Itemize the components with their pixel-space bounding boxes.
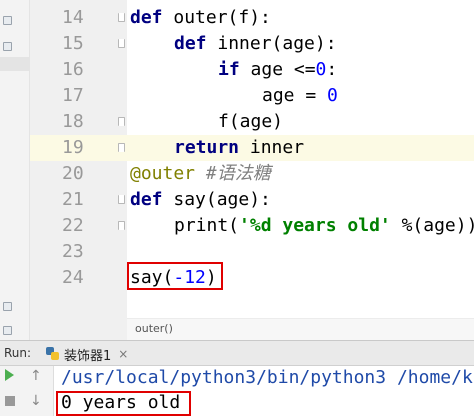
run-tab-label: 装饰器1	[64, 348, 112, 364]
code-line[interactable]: f(age)	[127, 109, 474, 135]
code-token: 0	[327, 85, 338, 106]
fold-marker-icon[interactable]	[118, 13, 125, 22]
code-token: '%d years old'	[239, 215, 391, 236]
gutter-row: 20	[30, 161, 127, 187]
gutter-row: 17	[30, 83, 127, 109]
line-number: 22	[62, 215, 84, 236]
file-icon[interactable]	[3, 302, 12, 311]
code-token: age =	[262, 85, 328, 106]
code-token: if	[218, 59, 240, 80]
line-number: 23	[62, 241, 84, 262]
output-highlight-box	[56, 391, 191, 416]
line-number: 17	[62, 85, 84, 106]
code-token: inner(age):	[206, 33, 337, 54]
fold-marker-icon[interactable]	[118, 221, 125, 230]
line-number: 14	[62, 7, 84, 28]
code-token: return	[174, 137, 240, 158]
fold-marker-icon[interactable]	[118, 39, 125, 48]
gutter-row: 21	[30, 187, 127, 213]
breadcrumb-bar: outer()	[127, 318, 474, 340]
run-panel-header: Run: 装饰器1 ×	[0, 340, 474, 366]
stop-icon[interactable]	[5, 396, 15, 406]
code-token: #语法糖	[205, 163, 271, 184]
code-token: age <=	[239, 59, 316, 80]
code-token: def	[130, 7, 163, 28]
run-toolbar: ↑ ↓	[0, 366, 54, 416]
code-token: %(age))	[390, 215, 474, 236]
arrow-up-icon[interactable]: ↑	[30, 368, 42, 384]
line-number: 18	[62, 111, 84, 132]
code-line[interactable]: print('%d years old' %(age))	[127, 213, 474, 239]
run-label: Run:	[4, 346, 32, 360]
fold-marker-icon[interactable]	[118, 143, 125, 152]
project-tree-selected-row	[0, 57, 30, 71]
gutter-row: 14	[30, 5, 127, 31]
code-line[interactable]: def inner(age):	[127, 31, 474, 57]
line-number: 24	[62, 267, 84, 288]
code-line[interactable]: age = 0	[127, 83, 474, 109]
gutter-row: 19	[30, 135, 127, 161]
gutter-row: 23	[30, 239, 127, 265]
say-call-highlight-box	[127, 262, 223, 290]
gutter-row: 24	[30, 265, 127, 291]
code-line[interactable]: if age <=0:	[127, 57, 474, 83]
fold-marker-icon[interactable]	[118, 117, 125, 126]
code-token: 0	[315, 59, 327, 80]
file-icon[interactable]	[3, 42, 12, 51]
line-number-gutter: 14 15 16 17 18 19 20 21 22 23 24	[30, 0, 127, 340]
fold-marker-icon[interactable]	[118, 195, 125, 204]
code-token: @outer	[130, 163, 196, 184]
console-command-line: /usr/local/python3/bin/python3 /home/ki	[61, 367, 474, 388]
line-number: 19	[62, 137, 84, 158]
code-line[interactable]: def outer(f):	[127, 5, 474, 31]
code-line[interactable]: return inner	[127, 135, 474, 161]
gutter-row: 18	[30, 109, 127, 135]
code-token: inner	[239, 137, 305, 158]
code-line[interactable]: def say(age):	[127, 187, 474, 213]
rerun-icon[interactable]	[5, 369, 14, 381]
run-tab[interactable]: 装饰器1 ×	[42, 344, 132, 364]
code-token: def	[130, 189, 163, 210]
gutter-row: 15	[30, 31, 127, 57]
file-icon[interactable]	[3, 16, 12, 25]
code-token: def	[174, 33, 207, 54]
code-token: print(	[174, 215, 240, 236]
gutter-row: 16	[30, 57, 127, 83]
code-token: say(age):	[162, 189, 271, 210]
file-icon[interactable]	[3, 326, 12, 335]
line-number: 15	[62, 33, 84, 54]
project-tree-strip	[0, 0, 30, 340]
code-token: :	[326, 59, 338, 80]
gutter-row: 22	[30, 213, 127, 239]
code-token: f(age)	[218, 111, 284, 132]
line-number: 21	[62, 189, 84, 210]
code-line[interactable]: @outer #语法糖	[127, 161, 474, 187]
close-icon[interactable]: ×	[118, 347, 128, 361]
breadcrumb[interactable]: outer()	[135, 322, 173, 335]
python-icon	[46, 347, 60, 361]
line-number: 16	[62, 59, 84, 80]
arrow-down-icon[interactable]: ↓	[30, 393, 42, 409]
code-token: outer(f):	[162, 7, 271, 28]
line-number: 20	[62, 163, 84, 184]
